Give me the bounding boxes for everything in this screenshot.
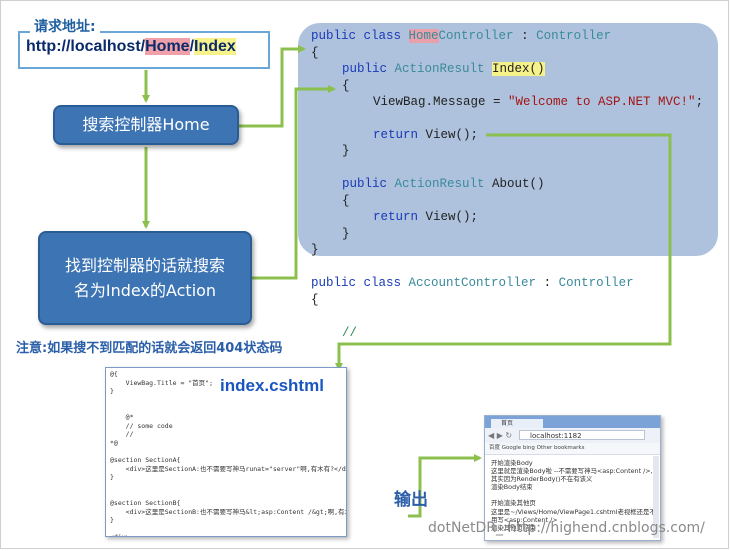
- code-index-brace-close: }: [342, 144, 350, 158]
- code-line-class: public class HomeController : Controller: [311, 29, 611, 43]
- code-colon: :: [513, 29, 537, 43]
- code-kw: public class: [311, 29, 409, 43]
- note-404: 注意:如果搜不到匹配的话就会返回404状态码: [16, 341, 283, 356]
- code-colon: :: [536, 276, 559, 290]
- request-url-title: 请求地址:: [30, 16, 100, 36]
- step2-line2: 名为Index的Action: [73, 281, 217, 300]
- code-kw: public class: [311, 276, 409, 290]
- code-viewbag: ViewBag.Message =: [373, 95, 509, 109]
- code-line-viewbag: ViewBag.Message = "Welcome to ASP.NET MV…: [373, 95, 703, 109]
- browser-bookmarks-text: 百度 Google bing Other bookmarks: [489, 445, 585, 451]
- output-label: 输出: [394, 490, 428, 510]
- code-base-class: Controller: [536, 29, 612, 43]
- request-url-text: http://localhost/Home/Index: [26, 38, 236, 56]
- code-controller-suffix: Controller: [438, 29, 514, 43]
- code-view-call: View();: [425, 210, 479, 224]
- watermark: dotNetDR_ http://highend.cnblogs.com/: [428, 520, 705, 536]
- code-line-index: public ActionResult Index(): [342, 62, 545, 76]
- code-home-highlight: Home: [408, 29, 439, 43]
- code-brace-open: {: [311, 46, 319, 60]
- code-base-class: Controller: [558, 276, 634, 290]
- code-brace-close: }: [311, 243, 319, 257]
- code-return: return: [373, 128, 426, 142]
- code-about-brace-open: {: [342, 194, 350, 208]
- code-actionresult: ActionResult: [394, 62, 493, 76]
- code-about-brace-close: }: [342, 227, 350, 241]
- browser-bookmarks: 百度 Google bing Other bookmarks: [485, 443, 660, 455]
- code-line-return-about: return View();: [373, 210, 478, 224]
- browser-address-bar: localhost:1182: [519, 430, 645, 440]
- code-line-about: public ActionResult About(): [342, 177, 545, 191]
- code-welcome-string: "Welcome to ASP.NET MVC!": [508, 95, 696, 109]
- arrow-step2-to-index: [252, 85, 336, 280]
- url-prefix: http://localhost/: [26, 38, 146, 55]
- index-view-title: index.cshtml: [220, 376, 324, 395]
- code-index-highlight: Index(): [492, 62, 545, 76]
- step1-label: 搜索控制器Home: [82, 115, 210, 134]
- search-controller-step: 搜索控制器Home: [53, 105, 239, 145]
- code-account-controller: AccountController: [408, 276, 537, 290]
- code-account-brace: {: [311, 293, 319, 307]
- code-public: public: [342, 177, 395, 191]
- code-line-account: public class AccountController : Control…: [311, 276, 634, 290]
- code-about-method: About(): [492, 177, 545, 191]
- code-public: public: [342, 62, 395, 76]
- arrow-return-to-view: [335, 133, 672, 371]
- code-line-return-index: return View();: [373, 128, 478, 142]
- search-action-step: 找到控制器的话就搜索 名为Index的Action: [38, 231, 252, 325]
- code-return: return: [373, 210, 426, 224]
- code-index-brace-open: {: [342, 79, 350, 93]
- code-view-call: View();: [425, 128, 479, 142]
- step2-line1: 找到控制器的话就搜索: [64, 256, 225, 275]
- index-view-screenshot: @{ ViewBag.Title = "首页"; } @* // some co…: [105, 367, 347, 537]
- url-action: Index: [194, 38, 236, 55]
- browser-nav-icons: ◀ ▶ ↻: [488, 431, 513, 440]
- code-semicolon: ;: [695, 95, 704, 109]
- code-comment: //: [342, 326, 358, 340]
- url-controller: Home: [145, 38, 190, 55]
- code-actionresult: ActionResult: [394, 177, 493, 191]
